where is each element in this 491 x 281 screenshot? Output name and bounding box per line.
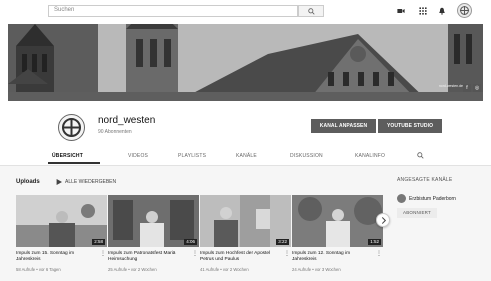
channel-logo-icon: [62, 118, 81, 137]
channel-logo-icon: [459, 5, 470, 16]
channel-name: nord_westen: [98, 115, 156, 126]
play-icon[interactable]: [56, 179, 62, 185]
channel-avatar[interactable]: [58, 114, 85, 141]
video-duration: 2:58: [92, 239, 105, 245]
featured-channel-item[interactable]: Erzbistum Paderborn: [397, 192, 485, 206]
video-duration: 1:52: [368, 239, 381, 245]
chevron-right-icon: [381, 217, 387, 224]
featured-channels-heading: ANGESAGTE KANÄLE: [397, 177, 453, 183]
apps-grid-icon[interactable]: [419, 7, 427, 15]
more-options-icon[interactable]: ⋮: [284, 251, 290, 257]
search-icon: [308, 8, 315, 15]
video-title[interactable]: Impuls zum 12. Sonntag im Jahreskreis: [292, 251, 372, 263]
tab-playlists[interactable]: PLAYLISTS: [178, 153, 206, 159]
more-options-icon[interactable]: ⋮: [192, 251, 198, 257]
account-avatar[interactable]: [457, 3, 472, 18]
uploads-heading: Uploads: [16, 179, 40, 185]
search-icon[interactable]: [417, 152, 424, 159]
video-title[interactable]: Impuls zum 15. Sonntag im Jahreskreis: [16, 251, 96, 263]
featured-channel-name: Erzbistum Paderborn: [409, 196, 456, 202]
play-all-button[interactable]: ALLE WIEDERGEBEN: [65, 179, 116, 185]
youtube-studio-button[interactable]: YOUTUBE STUDIO: [378, 119, 442, 133]
video-thumbnail[interactable]: 2:58: [16, 195, 107, 247]
tab-about[interactable]: KANALINFO: [355, 153, 385, 159]
subscriber-count: 90 Abonnenten: [98, 129, 132, 135]
banner-church-image: [8, 24, 483, 101]
video-duration: 3:22: [276, 239, 289, 245]
tab-discussion[interactable]: DISKUSSION: [290, 153, 323, 159]
more-options-icon[interactable]: ⋮: [100, 251, 106, 257]
video-thumbnail[interactable]: 4:06: [108, 195, 199, 247]
subscribed-button[interactable]: ABONNIERT: [397, 208, 437, 218]
top-bar: Suchen: [0, 0, 491, 22]
active-tab-indicator: [48, 162, 100, 164]
tab-overview[interactable]: ÜBERSICHT: [52, 153, 83, 159]
video-meta: 25 Aufrufe • vor 2 Wochen: [108, 267, 157, 272]
video-duration: 4:06: [184, 239, 197, 245]
video-camera-icon[interactable]: [397, 7, 405, 15]
more-options-icon[interactable]: ⋮: [376, 251, 382, 257]
video-title[interactable]: Impuls zum Patronatsfest Mariä Heimsuchu…: [108, 251, 188, 263]
search-button[interactable]: [298, 5, 324, 17]
channel-avatar: [397, 194, 406, 203]
video-meta: 24 Aufrufe • vor 3 Wochen: [292, 267, 341, 272]
search-input[interactable]: Suchen: [48, 5, 298, 17]
banner-website-link[interactable]: nord-westen.de: [439, 84, 463, 88]
facebook-icon[interactable]: f: [463, 84, 471, 92]
video-meta: 58 Aufrufe • vor 6 Tagen: [16, 267, 61, 272]
search-placeholder: Suchen: [54, 7, 75, 13]
channel-banner: nord-westen.de f ◎: [8, 24, 483, 101]
video-thumbnail[interactable]: 1:52: [292, 195, 383, 247]
video-title[interactable]: Impuls zum Hochfest der Apostel Petrus u…: [200, 251, 280, 263]
tab-videos[interactable]: VIDEOS: [128, 153, 148, 159]
customize-channel-button[interactable]: KANAL ANPASSEN: [311, 119, 376, 133]
instagram-icon[interactable]: ◎: [473, 84, 481, 92]
video-meta: 41 Aufrufe • vor 2 Wochen: [200, 267, 249, 272]
video-thumbnail[interactable]: 3:22: [200, 195, 291, 247]
notification-bell-icon[interactable]: [438, 7, 446, 15]
next-videos-button[interactable]: [376, 213, 390, 227]
tab-channels[interactable]: KANÄLE: [236, 153, 257, 159]
